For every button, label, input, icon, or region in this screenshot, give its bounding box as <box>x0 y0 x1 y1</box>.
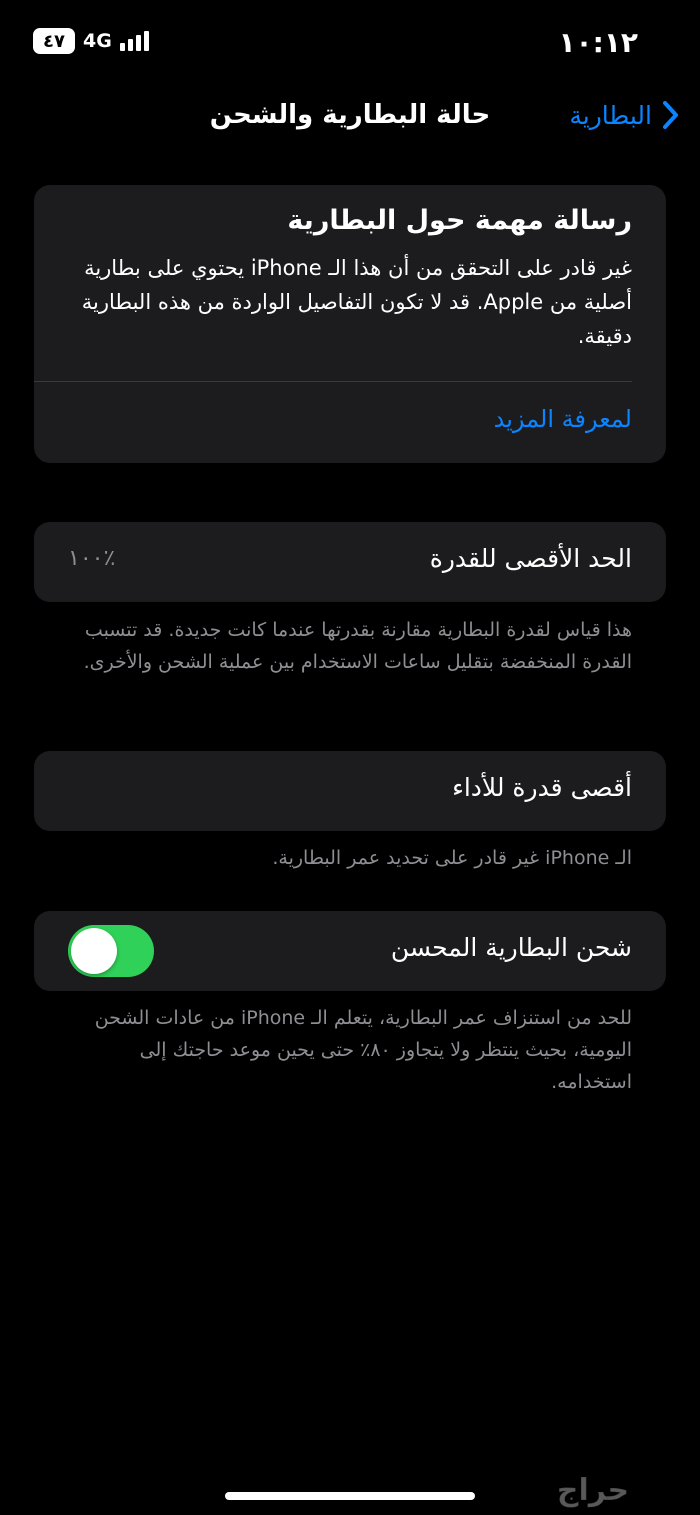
battery-indicator: ٤٧ <box>33 28 75 54</box>
battery-level: ٤٧ <box>43 30 65 52</box>
message-title: رسالة مهمة حول البطارية <box>287 205 632 236</box>
status-indicators: ٤٧ 4G <box>33 28 149 54</box>
optimized-charging-row: شحن البطارية المحسن <box>34 911 666 991</box>
home-indicator[interactable] <box>225 1492 475 1500</box>
max-capacity-footnote: هذا قياس لقدرة البطارية مقارنة بقدرتها ع… <box>83 619 632 673</box>
max-capacity-value: ٪١٠٠ <box>68 546 116 571</box>
back-button-label: البطارية <box>569 100 652 130</box>
haraj-watermark-logo: حراج <box>556 1473 629 1509</box>
chevron-right-icon <box>663 101 678 129</box>
divider <box>34 381 632 382</box>
optimized-charging-footnote: للحد من استنزاف عمر البطارية، يتعلم الـ … <box>94 1007 632 1093</box>
peak-performance-footnote: الـ iPhone غير قادر على تحديد عمر البطار… <box>272 847 632 869</box>
toggle-knob <box>71 928 117 974</box>
learn-more-link[interactable]: لمعرفة المزيد <box>494 405 632 433</box>
message-body: غير قادر على التحقق من أن هذا الـ iPhone… <box>81 256 632 348</box>
max-capacity-row: الحد الأقصى للقدرة ٪١٠٠ <box>34 522 666 602</box>
signal-strength-icon <box>119 31 149 51</box>
max-capacity-label: الحد الأقصى للقدرة <box>429 544 632 573</box>
navigation-bar: حالة البطارية والشحن البطارية <box>0 90 700 150</box>
battery-message-card: رسالة مهمة حول البطارية غير قادر على الت… <box>34 185 666 463</box>
back-button[interactable]: البطارية <box>569 100 680 130</box>
optimized-charging-toggle[interactable] <box>68 925 154 977</box>
peak-performance-label: أقصى قدرة للأداء <box>452 773 632 802</box>
peak-performance-row: أقصى قدرة للأداء <box>34 751 666 831</box>
svg-text:حراج: حراج <box>557 1473 629 1508</box>
status-bar: ٤٧ 4G ١٠:١٢ <box>0 0 700 84</box>
optimized-charging-label: شحن البطارية المحسن <box>390 933 632 962</box>
network-type: 4G <box>83 30 112 52</box>
status-time: ١٠:١٢ <box>558 26 638 59</box>
